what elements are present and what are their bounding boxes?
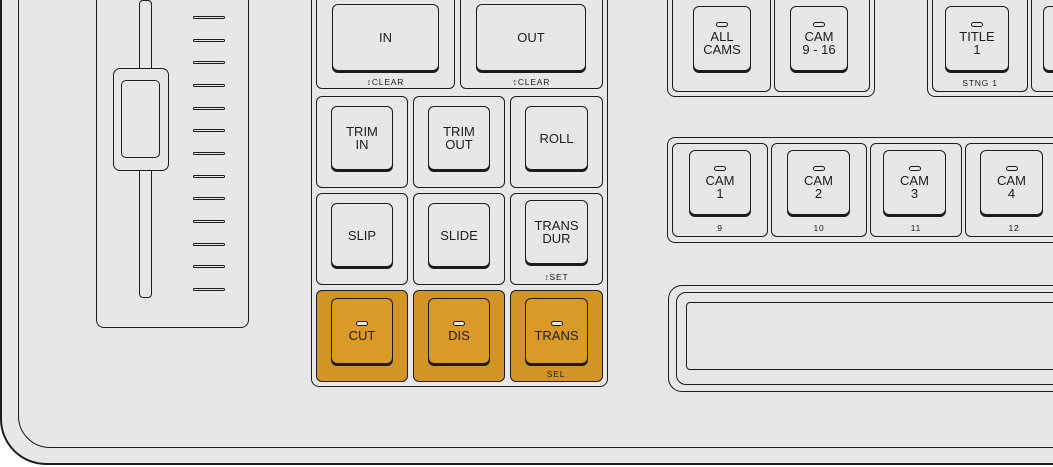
trans-dur-button[interactable]: TRANS DUR bbox=[525, 200, 588, 264]
cam-4-label: CAM 4 bbox=[997, 172, 1026, 201]
title-1-led-indicator bbox=[971, 21, 983, 27]
slip-label: SLIP bbox=[347, 227, 377, 243]
fader-tick bbox=[193, 175, 225, 178]
title-1-label: TITLE 1 bbox=[959, 28, 995, 57]
fader-tick bbox=[193, 265, 225, 268]
cut-label: CUT bbox=[348, 327, 376, 343]
cam-1-label: CAM 1 bbox=[705, 172, 735, 201]
cam-3-shift-label: 11 bbox=[910, 223, 922, 233]
fader-tick bbox=[193, 197, 225, 200]
fader-tick bbox=[193, 16, 225, 19]
out-clear-label: ↕CLEAR bbox=[512, 77, 551, 87]
fader-handle[interactable] bbox=[113, 68, 169, 171]
cam-2-shift-label: 10 bbox=[813, 223, 825, 233]
cam-1-shift-label: 9 bbox=[717, 223, 723, 233]
roll-button[interactable]: ROLL bbox=[525, 106, 588, 170]
cam-3-label: CAM 3 bbox=[900, 172, 929, 201]
dis-cell: DIS bbox=[413, 290, 505, 382]
cam-9-16-led-indicator bbox=[813, 21, 825, 27]
slip-button[interactable]: SLIP bbox=[331, 203, 393, 267]
cut-button[interactable]: CUT bbox=[331, 298, 393, 364]
cut-cell: CUT bbox=[316, 290, 408, 382]
dis-label: DIS bbox=[448, 327, 470, 343]
search-bar-inner bbox=[686, 302, 1053, 370]
out-button-label: OUT bbox=[517, 30, 545, 45]
title-2-button[interactable] bbox=[1043, 6, 1053, 71]
fader-tick bbox=[193, 220, 225, 223]
cam-9-16-label: CAM 9 - 16 bbox=[802, 28, 836, 57]
trans-dur-label: TRANS DUR bbox=[534, 218, 579, 246]
trans-dur-set-label: ↕SET bbox=[544, 272, 569, 282]
all-cams-led-indicator bbox=[716, 21, 728, 27]
in-button[interactable]: IN bbox=[332, 4, 439, 71]
trim-out-label: TRIM OUT bbox=[443, 124, 475, 152]
fader-tick bbox=[193, 39, 225, 42]
fader-tick bbox=[193, 61, 225, 64]
cam-2-led-indicator bbox=[812, 165, 825, 171]
cam-3-button[interactable]: CAM 3 bbox=[883, 150, 946, 215]
cam-9-16-button[interactable]: CAM 9 - 16 bbox=[790, 6, 848, 71]
cam-4-shift-label: 12 bbox=[1008, 223, 1020, 233]
trans-label: TRANS bbox=[534, 327, 579, 343]
fader-tick bbox=[193, 107, 225, 110]
trans-led-indicator bbox=[550, 320, 563, 326]
cut-led-indicator bbox=[356, 320, 368, 326]
title-1-stng-label: STNG 1 bbox=[962, 78, 998, 88]
dis-button[interactable]: DIS bbox=[428, 298, 490, 364]
all-cams-button[interactable]: ALL CAMS bbox=[693, 6, 751, 71]
cam-4-led-indicator bbox=[1005, 165, 1018, 171]
trim-out-button[interactable]: TRIM OUT bbox=[428, 106, 490, 170]
in-button-label: IN bbox=[379, 30, 392, 45]
cam-3-led-indicator bbox=[908, 165, 921, 171]
trim-in-label: TRIM IN bbox=[346, 124, 378, 152]
trim-in-button[interactable]: TRIM IN bbox=[331, 106, 393, 170]
fader-tick bbox=[193, 129, 225, 132]
trans-cell: TRANS SEL bbox=[510, 290, 603, 382]
fader-tick bbox=[193, 243, 225, 246]
fader-tick bbox=[193, 84, 225, 87]
fader-tick bbox=[193, 152, 225, 155]
dis-led-indicator bbox=[453, 320, 465, 326]
out-button[interactable]: OUT bbox=[476, 4, 586, 71]
cam-2-button[interactable]: CAM 2 bbox=[787, 150, 850, 215]
roll-label: ROLL bbox=[539, 130, 574, 146]
cam-4-button[interactable]: CAM 4 bbox=[980, 150, 1043, 215]
trans-button[interactable]: TRANS bbox=[525, 298, 588, 364]
slide-button[interactable]: SLIDE bbox=[428, 203, 490, 267]
all-cams-label: ALL CAMS bbox=[703, 28, 741, 57]
cam-1-led-indicator bbox=[714, 165, 726, 171]
slide-label: SLIDE bbox=[440, 227, 478, 243]
fader-handle-grip bbox=[121, 80, 160, 158]
in-clear-label: ↕CLEAR bbox=[366, 77, 405, 87]
cam-2-label: CAM 2 bbox=[804, 172, 833, 201]
fader-tick bbox=[193, 288, 225, 291]
editor-keyboard-panel: IN ↕CLEAR OUT ↕CLEAR TRIM IN TRIM OUT RO… bbox=[0, 0, 1053, 467]
cam-1-button[interactable]: CAM 1 bbox=[689, 150, 751, 215]
trans-sel-label: SEL bbox=[546, 369, 566, 379]
title-1-button[interactable]: TITLE 1 bbox=[945, 6, 1009, 71]
